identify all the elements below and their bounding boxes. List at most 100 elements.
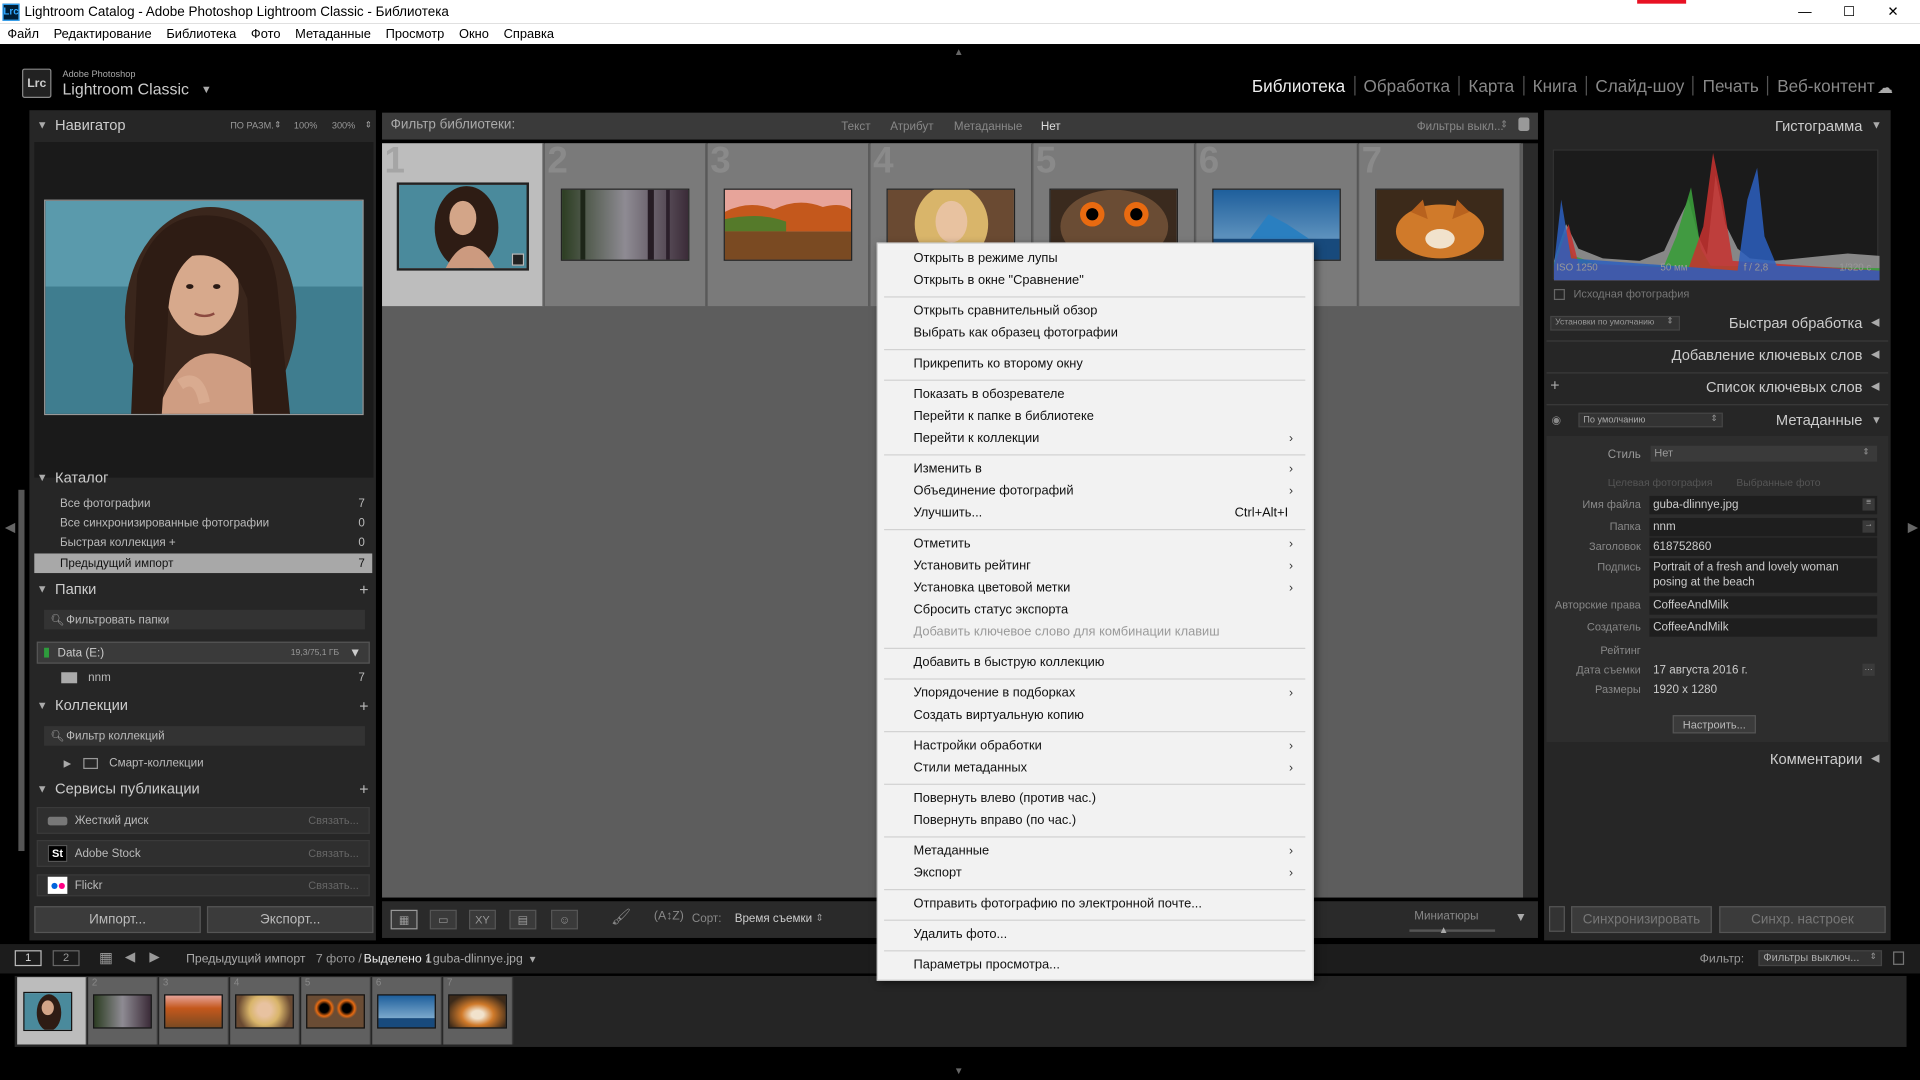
filmstrip-thumb-portrait[interactable] — [23, 991, 73, 1032]
zoom-300[interactable]: 300% — [332, 119, 355, 130]
histogram-collapse-icon[interactable]: ▼ — [1871, 119, 1882, 131]
filmstrip-cell-7[interactable]: 7 — [443, 977, 514, 1045]
keywording-title[interactable]: Добавление ключевых слов — [1672, 347, 1863, 364]
filter-metadata-tab[interactable]: Метаданные — [954, 120, 1023, 133]
filmstrip-thumb-owl[interactable] — [306, 994, 365, 1029]
publish-setup-link[interactable]: Связать... — [308, 814, 359, 826]
selected-photos-toggle[interactable]: Выбранные фото — [1736, 476, 1820, 488]
navigator-photo[interactable] — [44, 199, 364, 416]
module-web[interactable]: Веб-контент — [1769, 76, 1884, 96]
top-panel-toggle-icon[interactable]: ▲ — [954, 47, 964, 58]
catalog-header[interactable]: ▼ Каталог — [37, 470, 374, 485]
right-panel-toggle-icon[interactable]: ▶ — [1908, 519, 1918, 535]
filmstrip-thumb-iceberg[interactable] — [377, 994, 436, 1029]
zoom-fit[interactable]: ПО РАЗМ. — [230, 119, 274, 130]
menu-item-3-0[interactable]: Показать в обозревателе — [913, 384, 1293, 404]
go-to-folder-icon[interactable]: → — [1862, 520, 1875, 533]
filmstrip-thumb-forest[interactable] — [93, 994, 152, 1029]
metadata-preset-select[interactable]: По умолчанию — [1578, 412, 1723, 428]
menu-item-3-1[interactable]: Перейти к папке в библиотеке — [913, 407, 1293, 427]
publish-hard-drive[interactable]: Жесткий диск Связать... — [36, 806, 370, 834]
meta-value-filename[interactable]: guba-dlinnye.jpg — [1649, 495, 1878, 515]
export-button[interactable]: Экспорт... — [206, 906, 374, 934]
grid-cell-7[interactable]: 7 — [1359, 141, 1521, 307]
quick-develop-title[interactable]: Быстрая обработка — [1729, 315, 1863, 332]
menu-view[interactable]: Просмотр — [378, 26, 451, 41]
grid-cell-1[interactable]: 1 — [382, 141, 544, 307]
menu-library[interactable]: Библиотека — [159, 26, 244, 41]
meta-value-copyright[interactable]: CoffeeAndMilk — [1649, 596, 1878, 615]
catalog-row-previous-import[interactable]: Предыдущий импорт 7 — [34, 553, 373, 574]
menu-item-8-1[interactable]: Стили метаданных › — [913, 758, 1293, 778]
menu-item-5-0[interactable]: Отметить › — [913, 534, 1293, 554]
menu-item-2-0[interactable]: Прикрепить ко второму окну — [913, 354, 1293, 374]
menu-item-7-0[interactable]: Упорядочение в подборках › — [913, 683, 1293, 703]
module-slideshow[interactable]: Слайд-шоу — [1587, 75, 1695, 96]
menu-photo[interactable]: Фото — [244, 26, 288, 41]
menu-item-4-2[interactable]: Улучшить... Ctrl+Alt+I — [913, 503, 1293, 523]
thumbnail-size-slider[interactable] — [1409, 929, 1496, 932]
secondary-window-button[interactable]: 2 — [52, 950, 80, 967]
meta-value-creator[interactable]: CoffeeAndMilk — [1649, 618, 1878, 637]
navigator-header[interactable]: ▼ Навигатор ПО РАЗМ. ⇕ 100% 300% ⇕ — [37, 111, 374, 138]
publish-adobe-stock[interactable]: St Adobe Stock Связать... — [36, 840, 370, 867]
edit-capture-time-icon[interactable]: … — [1862, 663, 1875, 676]
filter-text-tab[interactable]: Текст — [841, 120, 870, 133]
filmstrip-cell-4[interactable]: 4 — [230, 977, 301, 1045]
filename-menu-icon[interactable]: ▼ — [528, 954, 538, 965]
filter-lock-icon[interactable] — [1893, 951, 1905, 965]
comments-expand-icon[interactable]: ◀ — [1871, 752, 1879, 765]
thumbnail-portrait[interactable] — [396, 182, 529, 271]
primary-window-button[interactable]: 1 — [14, 950, 42, 967]
customize-button[interactable]: Настроить... — [1672, 715, 1756, 734]
keyword-list-title[interactable]: Список ключевых слов — [1706, 378, 1863, 395]
comments-title[interactable]: Комментарии — [1770, 751, 1863, 768]
grid-scrollbar[interactable] — [1523, 143, 1538, 898]
meta-value-rating[interactable] — [1649, 642, 1877, 647]
volume-collapse-icon[interactable]: ▼ — [349, 646, 361, 659]
add-publish-service-icon[interactable]: + — [359, 779, 368, 797]
original-photo-checkbox[interactable] — [1553, 288, 1565, 301]
menu-item-0-0[interactable]: Открыть в режиме лупы — [913, 249, 1293, 269]
menu-item-10-0[interactable]: Метаданные › — [913, 841, 1293, 861]
import-button[interactable]: Импорт... — [34, 906, 201, 934]
menu-item-9-0[interactable]: Повернуть влево (против час.) — [913, 789, 1293, 809]
menu-item-5-2[interactable]: Установка цветовой метки › — [913, 578, 1293, 598]
menu-item-1-0[interactable]: Открыть сравнительный обзор — [913, 301, 1293, 321]
filmstrip-thumb-fox[interactable] — [448, 994, 507, 1029]
add-keyword-icon[interactable]: + — [1550, 376, 1559, 394]
histogram[interactable] — [1552, 149, 1880, 281]
selected-filename[interactable]: / guba-dlinnye.jpg — [426, 953, 523, 966]
metadata-eye-icon[interactable]: ◉ — [1551, 414, 1561, 427]
loupe-view-icon[interactable]: ▭ — [429, 909, 457, 930]
module-library[interactable]: Библиотека — [1243, 75, 1355, 96]
menu-item-13-0[interactable]: Параметры просмотра... — [913, 955, 1293, 975]
menu-item-9-1[interactable]: Повернуть вправо (по час.) — [913, 811, 1293, 831]
menu-item-4-0[interactable]: Изменить в › — [913, 459, 1293, 479]
slider-knob-icon[interactable]: ▲ — [1439, 924, 1449, 935]
thumbnail-fox[interactable] — [1375, 188, 1504, 261]
close-button[interactable]: ✕ — [1871, 0, 1915, 23]
filmstrip-toggle-icon[interactable]: ▼ — [954, 1065, 964, 1076]
catalog-row-quick-collection[interactable]: Быстрая коллекция + 0 — [34, 533, 372, 553]
menu-item-6-0[interactable]: Добавить в быструю коллекцию — [913, 653, 1293, 673]
add-collection-icon[interactable]: + — [359, 696, 368, 714]
histogram-title[interactable]: Гистограмма — [1775, 118, 1863, 135]
folders-header[interactable]: ▼ Папки + — [37, 576, 374, 603]
menu-item-7-1[interactable]: Создать виртуальную копию — [913, 705, 1293, 725]
menu-item-1-1[interactable]: Выбрать как образец фотографии — [913, 323, 1293, 343]
filmstrip-cell-2[interactable]: 2 — [88, 977, 158, 1045]
menu-help[interactable]: Справка — [496, 26, 561, 41]
menu-item-0-1[interactable]: Открыть в окне "Сравнение" — [913, 271, 1293, 291]
metadata-collapse-icon[interactable]: ▼ — [1871, 414, 1882, 426]
thumbnail-autumn-lake[interactable] — [723, 188, 853, 261]
filmstrip-source[interactable]: Предыдущий импорт — [186, 953, 305, 966]
publish-setup-link[interactable]: Связать... — [308, 879, 359, 891]
target-photo-toggle[interactable]: Целевая фотография — [1608, 476, 1713, 488]
menu-window[interactable]: Окно — [452, 26, 497, 41]
meta-value-title[interactable]: 618752860 — [1649, 537, 1878, 556]
compare-view-icon[interactable]: XY — [468, 909, 496, 930]
grid-cell-3[interactable]: 3 — [707, 141, 870, 307]
filmstrip-cell-6[interactable]: 6 — [372, 977, 443, 1045]
minimize-button[interactable]: — — [1783, 0, 1827, 23]
